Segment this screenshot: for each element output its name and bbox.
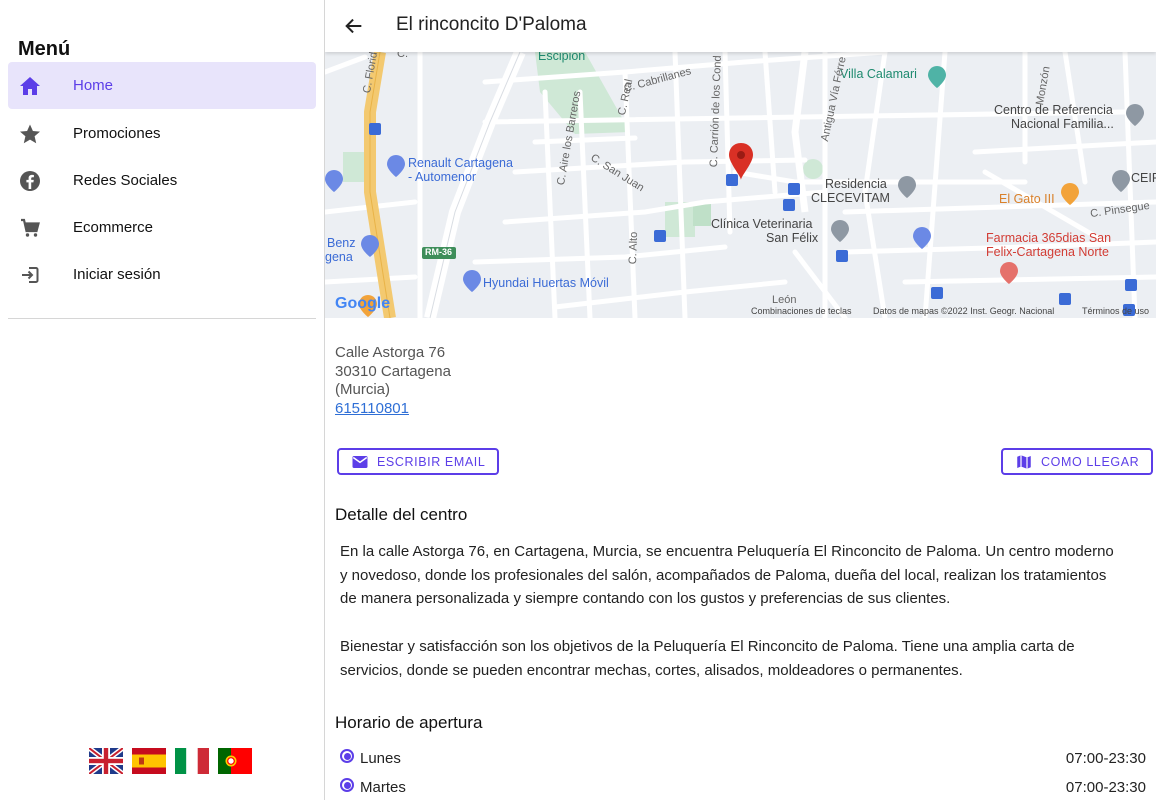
es-flag-icon[interactable] [132,748,166,774]
sidebar-item-label: Redes Sociales [73,172,178,189]
hours-heading: Horario de apertura [335,713,483,732]
hours-day: Lunes [360,749,401,767]
map-place-renault: Renault Cartagena [408,156,513,170]
hours-day: Martes [360,778,406,796]
directions-button-label: COMO LLEGAR [1041,454,1140,469]
detail-heading: Detalle del centro [335,505,468,524]
mail-icon [351,453,369,471]
page-title: El rinconcito D'Paloma [396,14,587,35]
arrow-back-icon [345,18,362,34]
detail-paragraph-1: En la calle Astorga 76, en Cartagena, Mu… [340,540,1140,611]
sidebar: Menú Home Promociones Redes Sociales Eco… [0,0,325,800]
sidebar-item-label: Ecommerce [73,219,154,236]
detail-paragraph-2: Bienestar y satisfacción son los objetiv… [340,635,1140,682]
top-app-bar: El rinconcito D'Paloma [325,0,1156,52]
map-place-benz-2: gena [325,250,353,264]
map-terms-link[interactable]: Términos de uso [1082,306,1149,316]
hours-row: Martes 07:00-23:30 [340,777,1146,797]
map-data-attribution: Datos de mapas ©2022 Inst. Geogr. Nacion… [873,306,1055,316]
address-city: 30310 Cartagena [335,362,451,380]
hours-row: Lunes 07:00-23:30 [340,748,1146,768]
back-button[interactable] [340,12,368,40]
map-place-farmacia: Farmacia 365dias San [986,231,1112,245]
directions-button[interactable]: COMO LLEGAR [1001,448,1154,475]
map-road-rm36: RM-36 [425,247,453,257]
hours-time: 07:00-23:30 [1065,778,1146,796]
detail-line: En la calle Astorga 76, en Cartagena, Mu… [340,543,1114,560]
cart-icon [18,216,42,240]
map-canvas [325,52,1156,318]
map-place-hyundai: Hyundai Huertas Móvil [483,276,609,290]
email-button[interactable]: ESCRIBIR EMAIL [337,448,500,475]
map-place-centro-referencia: Centro de Referencia [994,103,1113,117]
address-street: Calle Astorga 76 [335,344,446,361]
radio-icon [340,749,354,763]
google-logo: Google [335,295,391,312]
sidebar-item-label: Promociones [73,125,161,142]
map-street-c: C. [397,52,408,60]
map-place-residencia: Residencia [825,177,887,191]
detail-line: Bienestar y satisfacción son los objetiv… [340,638,1075,655]
address-block: Calle Astorga 76 30310 Cartagena (Murcia… [335,344,451,418]
map-place-clinica: Clínica Veterinaria [711,217,813,231]
sidebar-item-label: Home [73,77,114,94]
map-street-alto: C. Alto [627,231,641,265]
detail-line: servicios, donde se pueden encontrar mec… [340,661,963,679]
it-flag-icon[interactable] [175,748,209,774]
home-icon [18,74,42,98]
map-place-clinica-2: San Félix [766,231,819,245]
login-icon [18,263,42,287]
detail-line: y novedoso, donde los profesionales del … [340,566,1107,584]
en-flag-icon[interactable] [89,748,123,774]
map-place-ceip: CEIP [1131,171,1156,185]
phone-link[interactable]: 615110801 [335,400,451,419]
sidebar-item-redes-sociales[interactable]: Redes Sociales [8,157,316,204]
map-place-renault-2: - Automenor [408,170,477,184]
map-place-centro-referencia-2: Nacional Familia... [1011,117,1114,131]
sidebar-item-ecommerce[interactable]: Ecommerce [8,204,316,251]
sidebar-divider [8,318,316,319]
sidebar-item-iniciar-sesion[interactable]: Iniciar sesión [8,251,316,298]
hours-time: 07:00-23:30 [1065,749,1146,767]
map-keyboard-shortcuts-link[interactable]: Combinaciones de teclas [751,306,852,316]
map-place-farmacia-2: Felix-Cartagena Norte [986,245,1109,259]
main-content: El rinconcito D'Paloma Escipion Villa Ca… [325,0,1156,800]
radio-icon [340,778,354,792]
sidebar-item-home[interactable]: Home [8,62,316,109]
facebook-icon [18,169,42,193]
address-region: (Murcia) [335,381,390,399]
menu-title: Menú [18,38,71,60]
detail-line: de manera personalizada y siempre contan… [340,590,951,608]
star-icon [18,122,42,146]
map-street-leon: León [772,294,797,306]
sidebar-item-promociones[interactable]: Promociones [8,110,316,157]
map-icon [1015,453,1033,471]
map-place-residencia-2: CLECEVITAM [811,191,890,205]
map-place-escipion: Escipion [538,52,586,63]
location-map[interactable]: Escipion Villa Calamari Centro de Refere… [325,52,1156,318]
map-place-villa-calamari: Villa Calamari [840,67,917,81]
language-selector [89,748,252,774]
map-place-el-gato: El Gato III [999,192,1055,206]
email-button-label: ESCRIBIR EMAIL [377,454,486,469]
pt-flag-icon[interactable] [218,748,252,774]
map-place-benz: Benz [327,236,356,250]
sidebar-item-label: Iniciar sesión [73,266,161,283]
